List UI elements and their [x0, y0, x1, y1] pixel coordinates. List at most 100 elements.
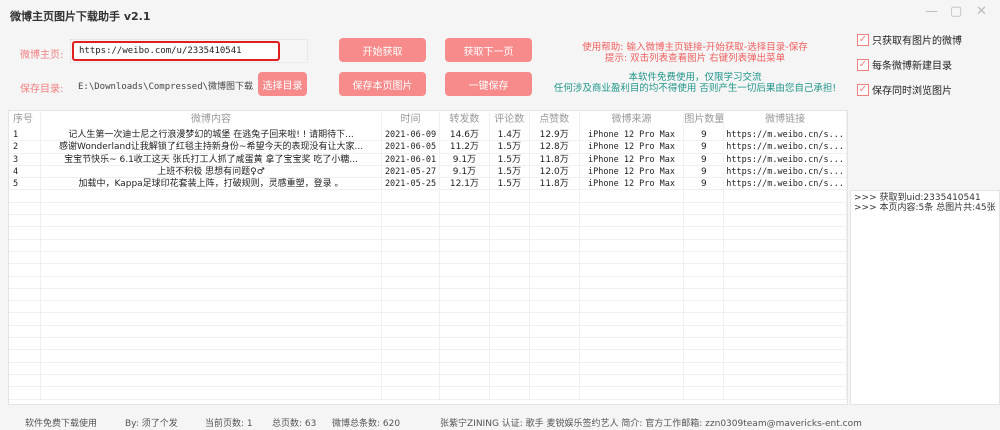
table-cell: 4	[9, 165, 41, 178]
weibo-table[interactable]: 序号 微博内容 时间 转发数 评论数 点赞数 微博来源 图片数量 微博链接 1 记人生第一次迪士尼…	[8, 110, 848, 405]
table-cell	[9, 227, 41, 239]
table-cell: 12.1万	[440, 178, 490, 190]
table-cell	[9, 374, 41, 387]
table-cell	[440, 350, 490, 362]
table-cell	[9, 325, 41, 338]
checkbox-icon[interactable]: ✓	[857, 58, 869, 71]
save-dir-field[interactable]: E:\Downloads\Compressed\微博图下载	[78, 79, 253, 92]
table-cell	[9, 251, 41, 264]
notice-line: 本软件免费使用，仅限学习交流	[628, 72, 762, 83]
table-cell	[9, 264, 41, 276]
empty-row	[9, 190, 847, 203]
table-cell	[382, 350, 440, 362]
table-cell	[440, 251, 490, 264]
empty-row	[9, 325, 847, 339]
table-cell	[440, 313, 490, 325]
table-cell	[382, 227, 440, 239]
column-header[interactable]: 转发数	[440, 111, 490, 129]
table-cell	[580, 190, 685, 202]
close-button[interactable]: ✕	[976, 4, 987, 19]
table-cell	[530, 350, 580, 362]
column-header[interactable]: 评论数	[490, 111, 530, 129]
table-cell: iPhone 12 Pro Max	[580, 165, 685, 178]
table-cell	[382, 215, 440, 227]
table-cell	[684, 288, 725, 301]
start-button[interactable]: 开始获取	[339, 38, 426, 62]
column-header[interactable]: 微博链接	[724, 111, 847, 129]
table-cell	[41, 202, 383, 215]
table-cell	[490, 362, 530, 374]
save-all-button[interactable]: 一键保存	[445, 72, 532, 96]
table-cell	[530, 227, 580, 239]
option-images-only[interactable]: ✓ 只获取有图片的微博	[857, 32, 962, 47]
table-cell	[580, 362, 685, 374]
table-cell	[382, 264, 440, 276]
table-cell	[580, 264, 685, 276]
column-header[interactable]: 图片数量	[684, 111, 725, 129]
status-total-posts: 微博总条数: 620	[332, 419, 401, 429]
table-cell	[9, 215, 41, 227]
column-header[interactable]: 序号	[9, 111, 41, 129]
column-header[interactable]: 时间	[382, 111, 440, 129]
table-cell	[41, 251, 383, 264]
table-cell	[530, 239, 580, 251]
table-cell	[490, 313, 530, 325]
app-title: 微博主页图片下载助手 v2.1	[10, 10, 151, 23]
table-cell	[490, 264, 530, 276]
column-header[interactable]: 微博来源	[580, 111, 685, 129]
column-header[interactable]: 微博内容	[41, 111, 383, 129]
checkbox-icon[interactable]: ✓	[857, 33, 869, 46]
table-cell	[9, 202, 41, 215]
table-cell	[382, 387, 440, 399]
table-cell: 2021-06-01	[382, 153, 440, 165]
save-page-button[interactable]: 保存本页图片	[339, 72, 426, 96]
table-cell	[9, 190, 41, 202]
minimize-button[interactable]: —	[925, 4, 938, 19]
table-cell: https://m.weibo.cn/s...	[724, 129, 847, 141]
table-cell	[724, 350, 847, 362]
choose-dir-button[interactable]: 选择目录	[258, 72, 307, 96]
column-header[interactable]: 点赞数	[530, 111, 580, 129]
table-cell: iPhone 12 Pro Max	[580, 178, 685, 190]
table-cell	[684, 387, 725, 399]
table-row[interactable]: 3 宝宝节快乐~ 6.1收工这天 张氏打工人抓了咸蛋黄 拿了宝宝奖 吃了小糖...…	[9, 153, 847, 166]
table-row[interactable]: 5 加载中，Kappa足球印花套装上阵，打破规则，灵感重塑，登录 。 2021-05…	[9, 178, 847, 191]
table-cell: 11.8万	[530, 178, 580, 190]
table-cell	[530, 202, 580, 215]
table-cell	[41, 276, 383, 288]
table-cell	[440, 227, 490, 239]
table-cell	[440, 338, 490, 350]
table-row[interactable]: 1 记人生第一次迪士尼之行浪漫梦幻的城堡 在逃兔子回来啦! ! 请期待下... 20…	[9, 129, 847, 142]
table-cell	[9, 276, 41, 288]
option-label: 只获取有图片的微博	[872, 36, 962, 47]
table-cell	[490, 288, 530, 301]
table-cell	[9, 288, 41, 301]
table-cell	[41, 227, 383, 239]
table-cell	[440, 276, 490, 288]
table-cell: 3	[9, 153, 41, 165]
option-new-dir[interactable]: ✓ 每条微博新建目录	[857, 57, 952, 72]
next-page-button[interactable]: 获取下一页	[445, 38, 532, 62]
table-cell	[41, 239, 383, 251]
table-cell	[580, 202, 685, 215]
table-cell: 1.5万	[490, 141, 530, 153]
table-cell	[9, 301, 41, 313]
table-cell	[490, 190, 530, 202]
table-cell	[684, 190, 725, 202]
table-cell	[724, 338, 847, 350]
homepage-url-input[interactable]: https://weibo.com/u/2335410541	[72, 41, 280, 61]
table-row[interactable]: 4 上班不积极 思想有问题♀♂ 2021-05-27 9.1万 1.5万 12.0万 iPh…	[9, 165, 847, 179]
table-cell	[41, 264, 383, 276]
help-line: 使用帮助: 输入微博主页链接-开始获取-选择目录-保存	[582, 42, 808, 53]
table-cell	[440, 215, 490, 227]
option-browse[interactable]: ✓ 保存同时浏览图片	[857, 82, 952, 97]
notice-text: 本软件免费使用，仅限学习交流 任何涉及商业盈利目的均不得使用 否则产生一切后果由…	[520, 72, 870, 94]
maximize-button[interactable]: ▢	[950, 4, 962, 19]
table-row[interactable]: 2 感谢Wonderland让我解锁了红毯主持新身份~希望今天的表现没有让大家..…	[9, 141, 847, 154]
table-cell: 9	[684, 153, 725, 165]
table-cell	[724, 227, 847, 239]
table-cell: 12.9万	[530, 129, 580, 141]
log-line: >>> 获取到uid:2335410541	[854, 193, 981, 203]
checkbox-icon[interactable]: ✓	[857, 83, 869, 96]
empty-row	[9, 264, 847, 277]
